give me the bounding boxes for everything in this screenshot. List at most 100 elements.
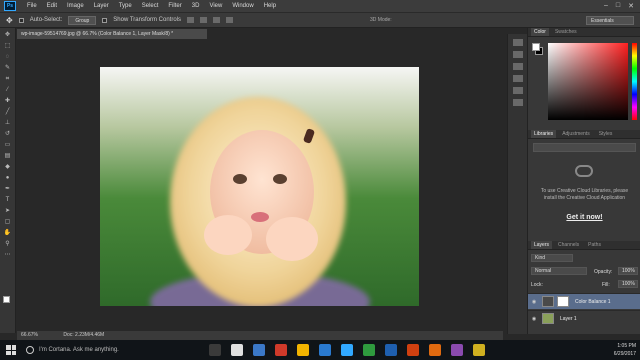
lock-label: Lock: (531, 282, 543, 288)
document-image[interactable] (100, 67, 419, 306)
workspace-select[interactable]: Essentials (586, 16, 634, 25)
taskbar-app-icon[interactable] (451, 344, 463, 356)
fill-input[interactable]: 100% (618, 280, 638, 288)
healing-tool-icon[interactable]: ✚ (3, 97, 13, 105)
quick-select-tool-icon[interactable]: ✎ (3, 64, 13, 72)
menu-help[interactable]: Help (259, 3, 281, 9)
system-clock[interactable]: 1:05 PM 6/29/2017 (614, 342, 636, 358)
layer-name[interactable]: Color Balance 1 (575, 299, 611, 305)
color-picker-field[interactable] (548, 43, 628, 120)
tab-color[interactable]: Color (531, 28, 549, 36)
dodge-tool-icon[interactable]: ● (3, 174, 13, 182)
layer-row-color-balance[interactable]: ◉ Color Balance 1 (528, 293, 640, 309)
menu-file[interactable]: File (22, 3, 42, 9)
blend-mode-select[interactable]: Normal (531, 267, 587, 275)
taskbar-app-icon[interactable] (253, 344, 265, 356)
type-tool-icon[interactable]: T (3, 196, 13, 204)
hue-slider[interactable] (632, 43, 637, 120)
marquee-tool-icon[interactable]: ⬚ (3, 42, 13, 50)
menu-type[interactable]: Type (114, 3, 137, 9)
windows-start-icon[interactable] (6, 345, 16, 355)
menu-select[interactable]: Select (137, 3, 164, 9)
move-tool-icon[interactable]: ✥ (3, 31, 13, 39)
move-tool-icon[interactable]: ✥ (6, 16, 13, 25)
group-select[interactable]: Group (68, 15, 97, 25)
properties-panel-icon[interactable] (512, 51, 523, 58)
taskbar-app-icon[interactable] (297, 344, 309, 356)
zoom-level[interactable]: 66.67% (21, 332, 38, 338)
gradient-tool-icon[interactable]: ▤ (3, 152, 13, 160)
library-dropdown[interactable] (533, 143, 636, 152)
eyedropper-tool-icon[interactable]: ⁄ (3, 86, 13, 94)
tab-layers[interactable]: Layers (531, 241, 553, 249)
distribute-icon[interactable] (226, 17, 233, 23)
eraser-tool-icon[interactable]: ▭ (3, 141, 13, 149)
layer-mask-thumbnail[interactable] (557, 296, 569, 307)
lasso-tool-icon[interactable]: ◌ (3, 53, 13, 61)
layer-row-layer-1[interactable]: ◉ Layer 1 (528, 310, 640, 326)
document-tab[interactable]: wp-image-59514769.jpg @ 66.7% (Color Bal… (17, 29, 207, 39)
get-it-now-link[interactable]: Get it now! (534, 214, 635, 221)
cortana-icon[interactable] (26, 346, 34, 354)
filter-kind-select[interactable]: Kind (531, 254, 573, 262)
path-select-tool-icon[interactable]: ➤ (3, 207, 13, 215)
history-brush-tool-icon[interactable]: ↺ (3, 130, 13, 138)
close-icon[interactable]: ✕ (628, 2, 634, 10)
align-middle-icon[interactable] (200, 17, 207, 23)
tab-adjustments[interactable]: Adjustments (559, 130, 593, 138)
hand-tool-icon[interactable]: ✋ (3, 229, 13, 237)
menu-layer[interactable]: Layer (89, 3, 114, 9)
menu-window[interactable]: Window (227, 3, 258, 9)
taskbar-app-icon[interactable] (319, 344, 331, 356)
menu-3d[interactable]: 3D (187, 3, 205, 9)
actions-panel-icon[interactable] (512, 63, 523, 70)
menu-view[interactable]: View (204, 3, 227, 9)
taskbar-app-icon[interactable] (363, 344, 375, 356)
taskbar-app-icon[interactable] (341, 344, 353, 356)
tab-libraries[interactable]: Libraries (531, 130, 557, 138)
minimize-icon[interactable]: – (604, 2, 608, 10)
auto-select-label: Auto-Select: (29, 17, 63, 23)
tab-styles[interactable]: Styles (596, 130, 616, 138)
auto-select-checkbox[interactable] (18, 17, 24, 23)
layer-name[interactable]: Layer 1 (560, 316, 577, 322)
menu-filter[interactable]: Filter (163, 3, 186, 9)
pen-tool-icon[interactable]: ✒ (3, 185, 13, 193)
taskbar-app-icon[interactable] (275, 344, 287, 356)
taskbar-app-icon[interactable] (231, 344, 243, 356)
brush-tool-icon[interactable]: ╱ (3, 108, 13, 116)
align-top-icon[interactable] (187, 17, 194, 23)
character-panel-icon[interactable] (512, 87, 523, 94)
clone-stamp-tool-icon[interactable]: ⊥ (3, 119, 13, 127)
taskbar-app-icon[interactable] (209, 344, 221, 356)
show-transform-checkbox[interactable] (102, 17, 108, 23)
clock-time: 1:05 PM (617, 343, 636, 349)
tab-channels[interactable]: Channels (555, 241, 582, 249)
brush-panel-icon[interactable] (512, 75, 523, 82)
shape-tool-icon[interactable]: ▢ (3, 218, 13, 226)
paragraph-panel-icon[interactable] (512, 99, 523, 106)
taskbar-app-icon[interactable] (385, 344, 397, 356)
tab-swatches[interactable]: Swatches (552, 28, 580, 36)
taskbar-app-icon[interactable] (473, 344, 485, 356)
foreground-color-swatch[interactable] (3, 296, 10, 303)
history-panel-icon[interactable] (512, 39, 523, 46)
libraries-panel-tabs: Libraries Adjustments Styles (528, 130, 640, 139)
taskbar-app-icon[interactable] (429, 344, 441, 356)
tab-paths[interactable]: Paths (585, 241, 604, 249)
align-bottom-icon[interactable] (213, 17, 220, 23)
blur-tool-icon[interactable]: ◆ (3, 163, 13, 171)
menu-edit[interactable]: Edit (42, 3, 62, 9)
creative-cloud-icon (575, 165, 593, 177)
opacity-input[interactable]: 100% (618, 267, 638, 275)
visibility-eye-icon[interactable]: ◉ (530, 316, 538, 322)
cortana-search-box[interactable]: I'm Cortana. Ask me anything. (39, 347, 199, 353)
foreground-color-chip[interactable] (532, 43, 540, 51)
maximize-icon[interactable]: □ (616, 2, 620, 10)
visibility-eye-icon[interactable]: ◉ (530, 299, 538, 305)
crop-tool-icon[interactable]: ⌗ (3, 75, 13, 83)
taskbar-app-icon[interactable] (407, 344, 419, 356)
more-tools-icon[interactable]: ⋯ (3, 251, 13, 259)
menu-image[interactable]: Image (62, 3, 89, 9)
zoom-tool-icon[interactable]: ⚲ (3, 240, 13, 248)
